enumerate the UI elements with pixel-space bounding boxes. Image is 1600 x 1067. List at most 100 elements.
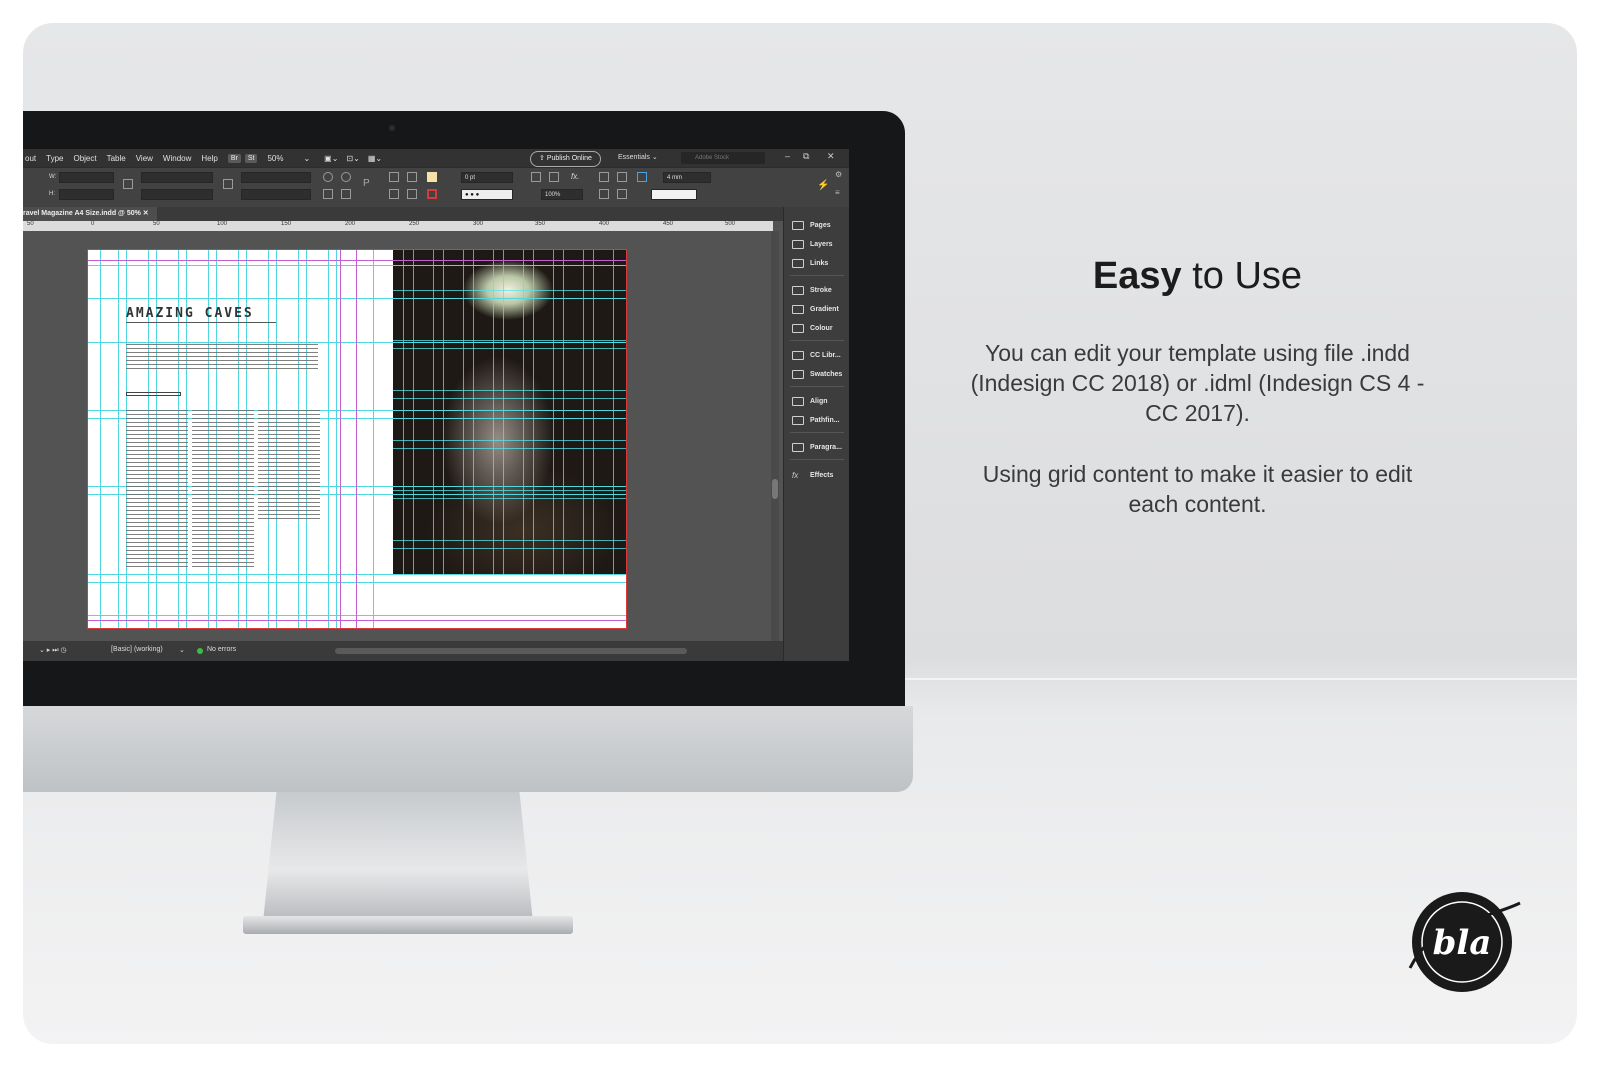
panel-divider [790, 275, 844, 276]
rotation-field[interactable] [241, 172, 311, 183]
preflight-profile[interactable]: [Basic] (working) [111, 646, 163, 653]
document-tabs: ravel Magazine A4 Size.indd @ 50% ✕ [23, 207, 783, 221]
menu-view[interactable]: View [136, 154, 153, 163]
panel-pathfinder[interactable]: Pathfin... [784, 412, 849, 428]
scale-y-field[interactable] [141, 189, 213, 200]
panel-cc-libraries[interactable]: CC Libr... [784, 347, 849, 363]
close-icon[interactable]: ✕ [827, 151, 835, 162]
panel-label: Swatches [810, 370, 843, 378]
stock-button[interactable]: St [244, 153, 258, 163]
select-content-icon[interactable] [407, 172, 417, 182]
height-field[interactable] [59, 189, 114, 200]
panel-label: Effects [810, 471, 834, 479]
distribute-icon[interactable] [599, 189, 609, 199]
stroke-type-dropdown[interactable]: ● ● ● [461, 189, 513, 200]
constrain-scale-icon[interactable] [223, 179, 233, 189]
scale-x-field[interactable] [141, 172, 213, 183]
panel-paragraph[interactable]: Paragra... [784, 439, 849, 455]
column-guide [328, 250, 329, 628]
flip-horizontal-icon[interactable] [323, 189, 333, 199]
panel-links[interactable]: Links [784, 255, 849, 271]
settings-icon[interactable]: ⚙ [835, 170, 842, 179]
ruler-label: 50 [27, 221, 34, 227]
subheading-box[interactable] [126, 392, 181, 396]
panel-colour[interactable]: Colour [784, 320, 849, 336]
select-container-icon[interactable] [389, 172, 399, 182]
object-icon[interactable] [549, 172, 559, 182]
vertical-scrollbar[interactable] [771, 231, 779, 641]
fx-icon[interactable]: fx. [571, 172, 579, 181]
text-wrap-icon[interactable] [617, 189, 627, 199]
document-tab[interactable]: ravel Magazine A4 Size.indd @ 50% ✕ [23, 207, 157, 221]
vertical-scroll-thumb[interactable] [772, 479, 778, 499]
margin-guide [88, 620, 626, 621]
arrange-documents-icon[interactable]: ▦⌄ [368, 154, 382, 163]
adobe-stock-search[interactable]: Adobe Stock [681, 152, 765, 164]
align-left-icon[interactable] [599, 172, 609, 182]
menu-table[interactable]: Table [107, 154, 126, 163]
close-tab-icon[interactable]: ✕ [143, 210, 149, 217]
panel-pages[interactable]: Pages [784, 217, 849, 233]
gutter-field[interactable]: 4 mm [663, 172, 711, 183]
panel-menu-icon[interactable]: ≡ [835, 188, 840, 197]
select-previous-icon[interactable] [389, 189, 399, 199]
monitor-chin [23, 706, 913, 792]
select-next-icon[interactable] [407, 189, 417, 199]
panel-label: Pathfin... [810, 416, 840, 424]
panel-effects[interactable]: fx Effects [784, 467, 849, 483]
panel-align[interactable]: Align [784, 393, 849, 409]
menu-window[interactable]: Window [163, 154, 191, 163]
article-headline[interactable]: AMAZING CAVES [126, 306, 254, 321]
panel-gradient[interactable]: Gradient [784, 301, 849, 317]
intro-text-block[interactable] [126, 344, 318, 372]
bridge-button[interactable]: Br [227, 153, 241, 163]
body-text-column[interactable] [258, 410, 320, 520]
body-text-column[interactable] [192, 410, 254, 570]
drop-shadow-icon[interactable] [531, 172, 541, 182]
menu-object[interactable]: Object [73, 154, 96, 163]
view-options-icon[interactable]: ⊡⌄ [346, 154, 359, 163]
width-field[interactable] [59, 172, 114, 183]
frame-fitting-icon[interactable] [637, 172, 647, 182]
type-on-path-icon[interactable]: P [363, 178, 373, 189]
stroke-weight-field[interactable]: 0 pt [461, 172, 513, 183]
rotate-cw-icon[interactable] [323, 172, 333, 182]
menu-layout[interactable]: out [25, 154, 36, 163]
publish-online-button[interactable]: ⇪ Publish Online [530, 151, 601, 167]
stroke-swatch-icon[interactable] [427, 189, 437, 199]
menu-help[interactable]: Help [201, 154, 217, 163]
panel-swatches[interactable]: Swatches [784, 366, 849, 382]
menu-type[interactable]: Type [46, 154, 63, 163]
quick-apply-icon[interactable]: ⚡ [817, 180, 829, 191]
panel-label: Stroke [810, 286, 832, 294]
panel-label: Gradient [810, 305, 839, 313]
align-center-icon[interactable] [617, 172, 627, 182]
panel-stroke[interactable]: Stroke [784, 282, 849, 298]
fill-swatch-icon[interactable] [427, 172, 437, 182]
shear-field[interactable] [241, 189, 311, 200]
opacity-field[interactable]: 100% [541, 189, 583, 200]
body-text-column[interactable] [126, 410, 188, 570]
zoom-level[interactable]: 50% [267, 154, 283, 163]
preflight-status-icon [197, 648, 203, 654]
page-nav-icons[interactable]: ⌄ ▸ ⏭ ◷ [39, 646, 67, 655]
ruler-label: 100 [217, 221, 228, 227]
flip-vertical-icon[interactable] [341, 189, 351, 199]
zoom-dropdown-icon[interactable]: ⌄ [303, 154, 310, 163]
panel-layers[interactable]: Layers [784, 236, 849, 252]
preflight-errors[interactable]: No errors [207, 646, 236, 653]
document-spread[interactable]: AMAZING CAVES ​ [87, 249, 627, 629]
constrain-proportions-icon[interactable] [123, 179, 133, 189]
screen-mode-icon[interactable]: ▣⌄ [324, 154, 338, 163]
workspace-switcher[interactable]: Essentials ⌄ [618, 153, 658, 161]
horizontal-scrollbar[interactable] [335, 648, 687, 654]
rotate-ccw-icon[interactable] [341, 172, 351, 182]
chevron-down-icon[interactable]: ⌄ [179, 646, 185, 654]
minimize-icon[interactable]: – [785, 151, 790, 161]
photo-guide [393, 490, 626, 491]
stroke-weight-value: 0 pt [465, 175, 476, 181]
style-swatch-field[interactable] [651, 189, 697, 200]
horizontal-ruler[interactable]: 50 0 50 100 150 200 250 300 350 400 450 … [23, 221, 773, 231]
restore-icon[interactable]: ⧉ [803, 151, 809, 162]
document-tab-label: ravel Magazine A4 Size.indd @ 50% [23, 210, 141, 217]
